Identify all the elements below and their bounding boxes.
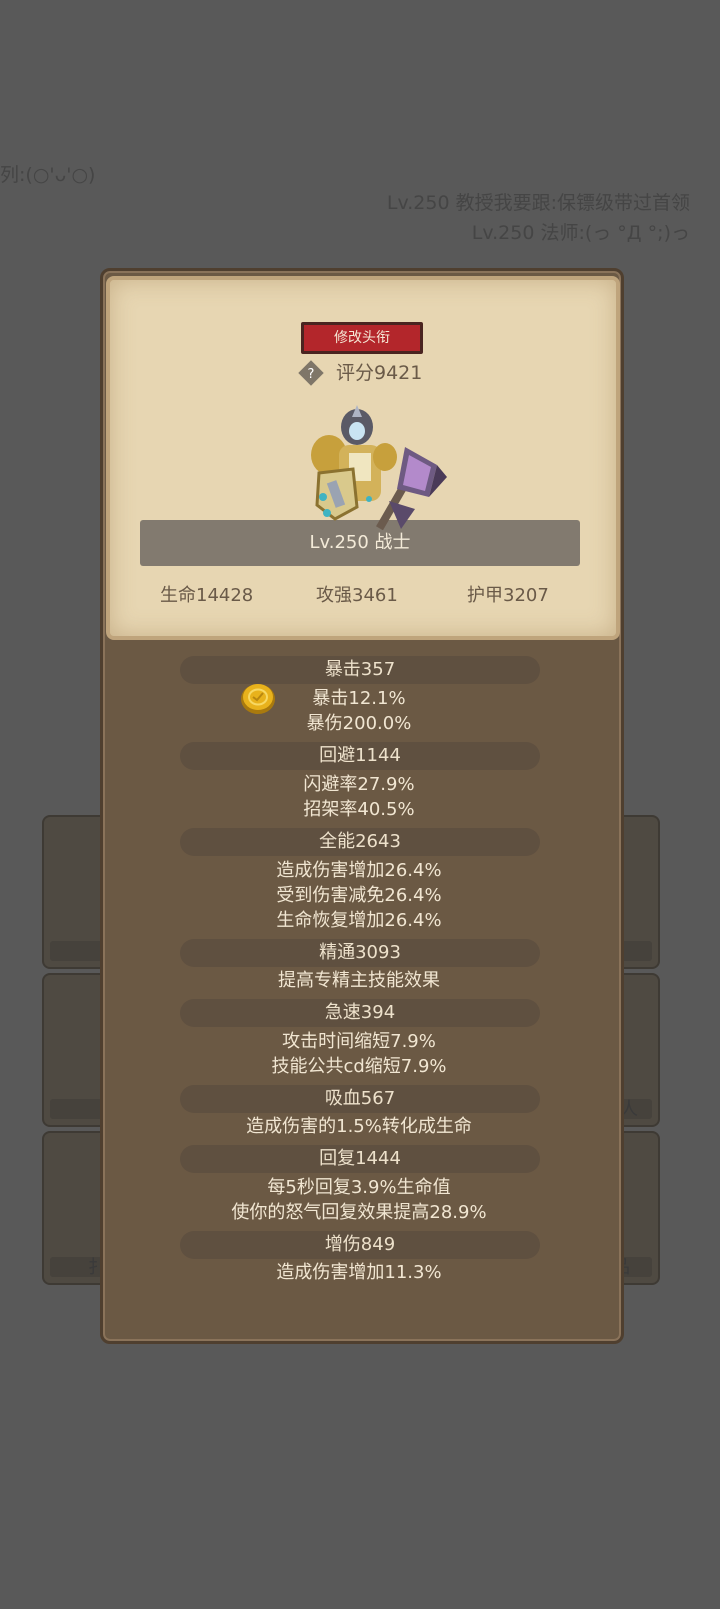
stat-detail: 造成伤害增加11.3% <box>276 1262 442 1283</box>
stat-detail: 每5秒回复3.9%生命值 <box>267 1177 451 1198</box>
stat-detail: 使你的怒气回复效果提高28.9% <box>231 1202 487 1223</box>
edit-title-button[interactable]: 修改头衔 <box>301 322 423 354</box>
help-icon[interactable]: ? <box>297 359 325 387</box>
gold-coin-icon[interactable] <box>240 681 276 717</box>
stat-lifesteal-title: 吸血567 <box>324 1088 396 1109</box>
chat-line: Lv.250 法师:(っ °Д °;)っ <box>471 222 690 244</box>
stat-haste-title: 急速394 <box>324 1002 396 1023</box>
stat-detail: 暴击12.1% <box>312 688 406 709</box>
stat-versatility-title: 全能2643 <box>319 831 401 852</box>
stat-detail: 招架率40.5% <box>303 799 415 820</box>
level-class-label: Lv.250 战士 <box>309 532 411 553</box>
score-label: 评分9421 <box>336 362 423 384</box>
stat-regen-title: 回复1444 <box>319 1148 401 1169</box>
stat-detail: 造成伤害增加26.4% <box>276 860 442 881</box>
attack-label: 攻强3461 <box>316 585 398 606</box>
stat-detail: 暴伤200.0% <box>306 713 412 734</box>
help-glyph: ? <box>308 367 315 382</box>
stat-detail: 造成伤害的1.5%转化成生命 <box>246 1116 472 1137</box>
hp-label: 生命14428 <box>160 585 254 606</box>
stat-detail: 技能公共cd缩短7.9% <box>271 1056 447 1077</box>
armor-label: 护甲3207 <box>467 585 549 606</box>
stat-detail: 生命恢复增加26.4% <box>276 910 442 931</box>
stat-mastery-title: 精通3093 <box>319 942 401 963</box>
chat-line: 列:(○'ᴗ'○) <box>0 164 96 186</box>
stat-detail: 提高专精主技能效果 <box>278 970 440 991</box>
stat-detail: 受到伤害减免26.4% <box>276 885 442 906</box>
stat-dmgboost-title: 增伤849 <box>324 1234 396 1255</box>
stat-detail: 闪避率27.9% <box>303 774 415 795</box>
stat-detail: 攻击时间缩短7.9% <box>282 1031 436 1052</box>
chat-line: Lv.250 教授我要跟:保镖级带过首领 <box>386 192 690 214</box>
stat-crit-title: 暴击357 <box>324 659 396 680</box>
stat-dodge-title: 回避1144 <box>319 745 401 766</box>
